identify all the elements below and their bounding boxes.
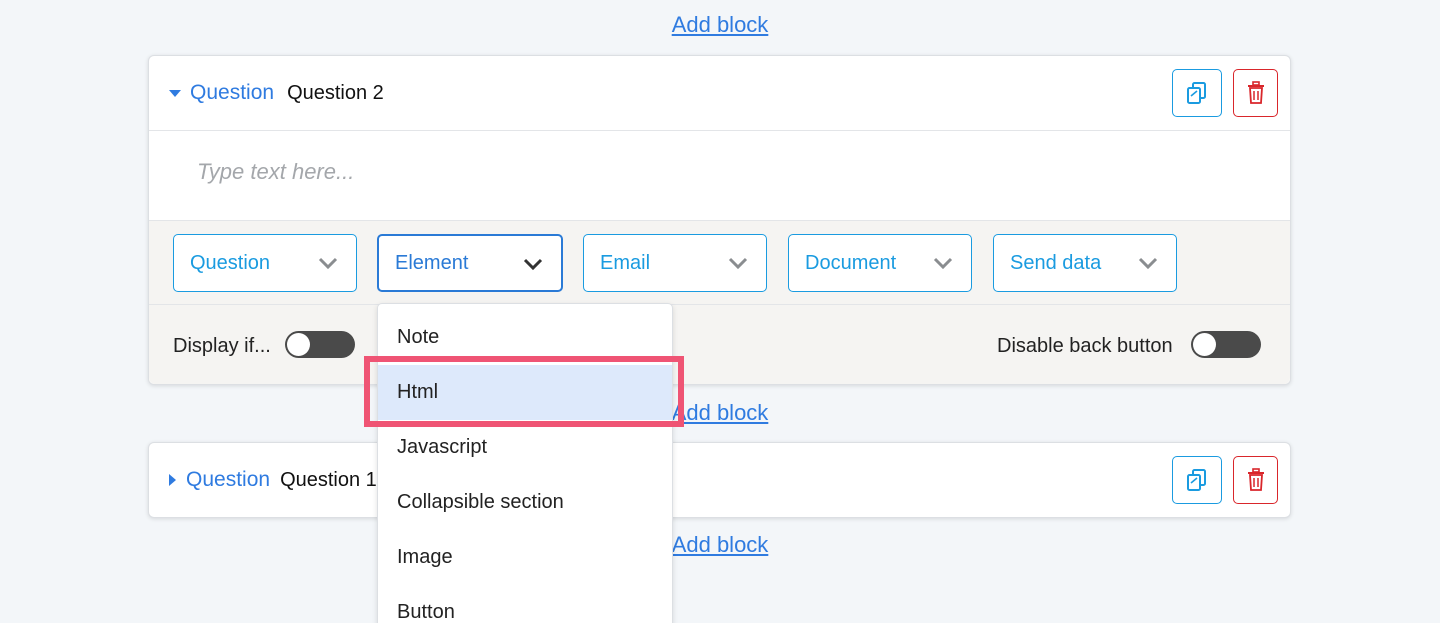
copy-icon xyxy=(1187,469,1206,491)
trash-icon xyxy=(1247,81,1264,104)
delete-button[interactable] xyxy=(1233,69,1278,117)
select-label: Document xyxy=(805,251,897,274)
send-data-select[interactable]: Send data xyxy=(993,234,1177,292)
menu-item-image[interactable]: Image xyxy=(378,530,672,585)
toggle-knob xyxy=(287,333,310,356)
select-label: Email xyxy=(600,251,651,274)
block-name: Question 2 xyxy=(287,81,384,104)
chevron-down-icon xyxy=(318,257,338,270)
add-block-link-top[interactable]: Add block xyxy=(0,12,1440,38)
select-label: Element xyxy=(395,251,469,274)
block-type-label[interactable]: Question xyxy=(190,81,274,105)
block-toolbar: Question Element Email Document Send dat… xyxy=(149,220,1290,304)
copy-icon xyxy=(1187,82,1206,104)
menu-item-collapsible-section[interactable]: Collapsible section xyxy=(378,475,672,530)
add-block-link-middle[interactable]: Add block xyxy=(0,400,1440,426)
disable-back-toggle[interactable] xyxy=(1191,331,1261,358)
menu-item-html[interactable]: Html xyxy=(378,365,672,420)
menu-item-javascript[interactable]: Javascript xyxy=(378,420,672,475)
copy-button[interactable] xyxy=(1172,456,1222,504)
menu-item-button[interactable]: Button xyxy=(378,585,672,623)
caret-down-icon[interactable] xyxy=(169,89,181,97)
select-label: Question xyxy=(190,251,271,274)
trash-icon xyxy=(1247,468,1264,491)
block-text-input[interactable]: Type text here... xyxy=(149,130,1290,220)
block-type-label[interactable]: Question xyxy=(186,468,270,492)
menu-item-note[interactable]: Note xyxy=(378,310,672,365)
disable-back-label: Disable back button xyxy=(997,335,1173,357)
display-if-toggle[interactable] xyxy=(285,331,355,358)
select-label: Send data xyxy=(1010,251,1102,274)
caret-right-icon[interactable] xyxy=(169,474,176,486)
element-select[interactable]: Element xyxy=(377,234,563,292)
delete-button[interactable] xyxy=(1233,456,1278,504)
question-select[interactable]: Question xyxy=(173,234,357,292)
chevron-down-icon xyxy=(933,257,953,270)
document-select[interactable]: Document xyxy=(788,234,972,292)
question-block-2: Question Question 2 Type text here... Qu… xyxy=(148,55,1291,385)
email-select[interactable]: Email xyxy=(583,234,767,292)
chevron-down-icon xyxy=(523,258,543,271)
chevron-down-icon xyxy=(1138,257,1158,270)
add-block-link-bottom[interactable]: Add block xyxy=(0,532,1440,558)
display-if-label: Display if... xyxy=(173,335,271,357)
chevron-down-icon xyxy=(728,257,748,270)
toggle-knob xyxy=(1193,333,1216,356)
block-options: Display if... Disable back button xyxy=(149,304,1290,384)
block-name: Question 1 xyxy=(280,468,377,491)
block-header: Question Question 2 xyxy=(149,56,1290,130)
block-header: Question Question 1 xyxy=(149,443,1290,517)
copy-button[interactable] xyxy=(1172,69,1222,117)
element-dropdown-menu: Note Html Javascript Collapsible section… xyxy=(377,303,673,623)
question-block-1: Question Question 1 xyxy=(148,442,1291,518)
